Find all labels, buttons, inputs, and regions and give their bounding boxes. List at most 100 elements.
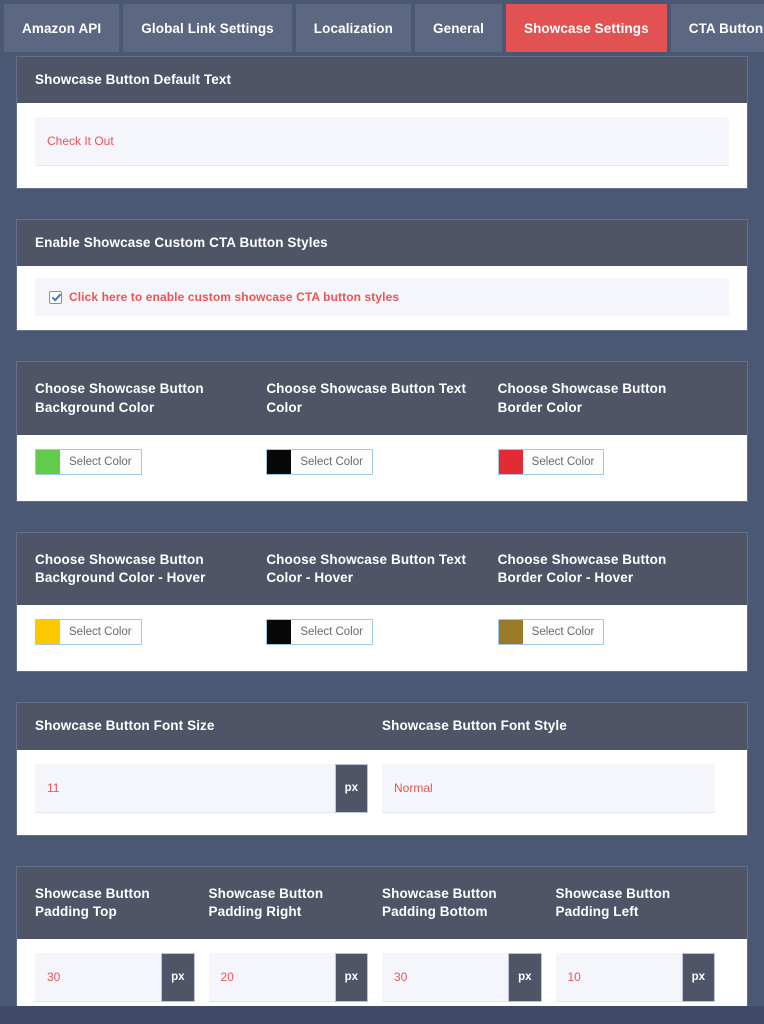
column-header-padding-top: Showcase Button Padding Top xyxy=(35,885,209,921)
column-header-font-size: Showcase Button Font Size xyxy=(35,717,382,735)
column-text-color-hover: Select Color xyxy=(266,619,497,649)
field-label: Showcase Button Font Style xyxy=(382,718,567,734)
enable-custom-styles-label[interactable]: Click here to enable custom showcase CTA… xyxy=(69,290,399,304)
color-swatch-background-hover xyxy=(36,620,60,645)
column-header-padding-bottom: Showcase Button Padding Bottom xyxy=(382,885,556,921)
panel-title: Showcase Button Default Text xyxy=(35,72,232,87)
select-color-label: Select Color xyxy=(60,449,141,474)
field-label: Choose Showcase Button Text Color - Hove… xyxy=(266,551,467,586)
tab-showcase-settings[interactable]: Showcase Settings xyxy=(505,4,667,52)
color-swatch-border xyxy=(498,449,523,474)
padding-left-input[interactable] xyxy=(555,952,682,1002)
font-style-input[interactable] xyxy=(382,763,715,813)
column-padding-top: px xyxy=(35,952,209,1002)
panel-body: Click here to enable custom showcase CTA… xyxy=(17,266,747,331)
padding-right-input[interactable] xyxy=(208,952,335,1002)
select-color-label: Select Color xyxy=(291,620,372,645)
field-label: Showcase Button Padding Top xyxy=(35,885,150,919)
select-color-label: Select Color xyxy=(291,449,372,474)
color-swatch-text xyxy=(267,449,292,474)
padding-bottom-input[interactable] xyxy=(382,952,509,1002)
select-color-button-border[interactable]: Select Color xyxy=(497,448,605,475)
field-label: Choose Showcase Button Background Color xyxy=(35,381,204,415)
column-header-text-color-hover: Choose Showcase Button Text Color - Hove… xyxy=(266,551,497,587)
column-header-padding-left: Showcase Button Padding Left xyxy=(556,885,730,921)
column-header-background-color: Choose Showcase Button Background Color xyxy=(35,380,266,416)
panel-header: Choose Showcase Button Background Color … xyxy=(17,362,747,435)
panel-enable-custom-cta-styles: Enable Showcase Custom CTA Button Styles… xyxy=(16,219,748,332)
tab-general[interactable]: General xyxy=(415,4,502,52)
panel-title: Enable Showcase Custom CTA Button Styles xyxy=(35,235,328,251)
column-border-color-hover: Select Color xyxy=(497,619,729,649)
select-color-button-background[interactable]: Select Color xyxy=(35,448,142,475)
panel-showcase-button-font: Showcase Button Font Size Showcase Butto… xyxy=(16,702,748,836)
column-font-size: px xyxy=(35,763,382,813)
field-label: Choose Showcase Button Border Color xyxy=(497,381,667,415)
column-padding-right: px xyxy=(208,952,383,1002)
panel-body xyxy=(17,103,747,189)
tab-amazon-api[interactable]: Amazon API xyxy=(4,4,120,52)
padding-top-input-group: px xyxy=(35,952,195,1002)
field-label: Choose Showcase Button Border Color - Ho… xyxy=(497,551,667,586)
showcase-default-text-input[interactable] xyxy=(35,117,729,167)
field-label: Choose Showcase Button Background Color … xyxy=(35,551,206,586)
panel-showcase-button-colors: Choose Showcase Button Background Color … xyxy=(16,361,748,502)
column-header-border-color: Choose Showcase Button Border Color xyxy=(498,380,729,416)
enable-custom-styles-row: Click here to enable custom showcase CTA… xyxy=(35,278,729,317)
column-header-text-color: Choose Showcase Button Text Color xyxy=(266,380,497,416)
field-label: Showcase Button Padding Left xyxy=(555,885,671,919)
select-color-button-text[interactable]: Select Color xyxy=(266,448,373,475)
column-header-font-style: Showcase Button Font Style xyxy=(382,717,729,735)
field-label: Showcase Button Padding Right xyxy=(208,885,324,919)
field-label: Showcase Button Font Size xyxy=(35,718,215,734)
column-background-color: Select Color xyxy=(35,448,266,479)
panel-body: Select Color Select Color Select Color xyxy=(17,434,747,501)
color-swatch-background xyxy=(36,449,60,474)
column-font-style xyxy=(382,763,729,813)
padding-bottom-input-group: px xyxy=(382,952,542,1002)
panel-header: Showcase Button Padding Top Showcase But… xyxy=(17,866,747,939)
settings-tab-bar: Amazon API Global Link Settings Localiza… xyxy=(0,0,764,56)
column-header-background-color-hover: Choose Showcase Button Background Color … xyxy=(35,551,266,587)
font-size-unit-addon: px xyxy=(334,763,368,813)
font-size-input[interactable] xyxy=(35,763,335,813)
panel-body: Select Color Select Color Select Color xyxy=(17,605,747,672)
page-bottom-bar xyxy=(0,1006,764,1024)
select-color-button-background-hover[interactable]: Select Color xyxy=(35,619,142,646)
column-header-padding-right: Showcase Button Padding Right xyxy=(209,885,383,921)
panel-showcase-button-padding: Showcase Button Padding Top Showcase But… xyxy=(16,865,748,1024)
column-border-color: Select Color xyxy=(497,448,729,479)
select-color-label: Select Color xyxy=(522,620,604,645)
color-swatch-text-hover xyxy=(267,620,292,645)
panel-body: px xyxy=(17,749,747,835)
select-color-button-border-hover[interactable]: Select Color xyxy=(497,619,605,646)
padding-left-unit-addon: px xyxy=(681,952,715,1002)
column-text-color: Select Color xyxy=(266,448,497,479)
padding-left-input-group: px xyxy=(555,952,715,1002)
column-padding-left: px xyxy=(555,952,730,1002)
panel-header: Choose Showcase Button Background Color … xyxy=(17,532,747,606)
select-color-label: Select Color xyxy=(522,449,604,474)
settings-page: Amazon API Global Link Settings Localiza… xyxy=(0,0,764,1024)
panel-showcase-button-default-text: Showcase Button Default Text xyxy=(16,56,748,190)
padding-right-input-group: px xyxy=(208,952,368,1002)
select-color-button-text-hover[interactable]: Select Color xyxy=(266,619,373,646)
font-size-input-group: px xyxy=(35,763,368,813)
column-background-color-hover: Select Color xyxy=(35,619,266,649)
column-header-border-color-hover: Choose Showcase Button Border Color - Ho… xyxy=(498,551,729,587)
tab-localization[interactable]: Localization xyxy=(295,4,411,52)
enable-custom-styles-checkbox[interactable] xyxy=(49,290,62,304)
select-color-label: Select Color xyxy=(60,620,141,645)
field-label: Choose Showcase Button Text Color xyxy=(266,381,467,415)
padding-top-input[interactable] xyxy=(35,952,162,1002)
padding-top-unit-addon: px xyxy=(161,952,195,1002)
panel-header: Showcase Button Font Size Showcase Butto… xyxy=(17,703,747,750)
field-label: Showcase Button Padding Bottom xyxy=(382,885,497,919)
panel-header: Enable Showcase Custom CTA Button Styles xyxy=(17,220,747,267)
tab-global-link-settings[interactable]: Global Link Settings xyxy=(123,4,292,52)
padding-right-unit-addon: px xyxy=(334,952,368,1002)
panel-header: Showcase Button Default Text xyxy=(17,57,747,104)
tab-cta-button-settings[interactable]: CTA Button Settings xyxy=(670,4,764,52)
panel-showcase-button-colors-hover: Choose Showcase Button Background Color … xyxy=(16,531,748,673)
column-padding-bottom: px xyxy=(382,952,556,1002)
